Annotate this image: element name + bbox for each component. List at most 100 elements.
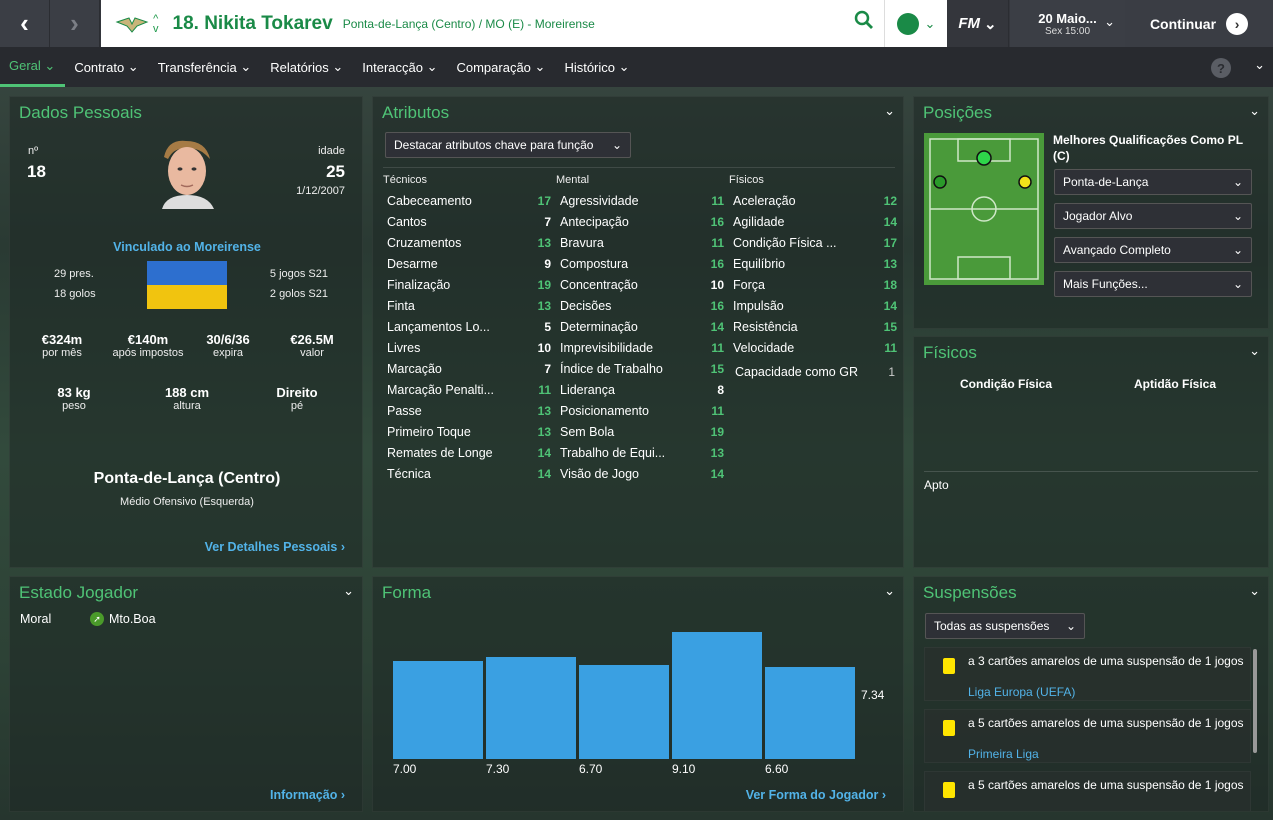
u21-goals: 2 golos S21 xyxy=(269,288,328,300)
attr-value: 18 xyxy=(883,277,897,292)
chevron-down-icon: ⌄ xyxy=(1104,14,1115,29)
chevron-down-icon[interactable]: ⌄ xyxy=(884,103,895,119)
attr-value: 17 xyxy=(537,193,551,208)
expiry-value: 30/6/36 xyxy=(206,332,250,347)
wage-value: €324m xyxy=(41,332,83,347)
attribute-row: Compostura 16 xyxy=(560,253,724,274)
forward-icon[interactable]: › xyxy=(50,0,100,47)
chevron-down-icon[interactable]: ⌄ xyxy=(1249,103,1260,119)
role-dropdown[interactable]: Avançado Completo ⌄ xyxy=(1054,237,1252,263)
attr-label: Finalização xyxy=(387,277,451,292)
attribute-row: Cantos 7 xyxy=(387,211,551,232)
attr-label: Antecipação xyxy=(560,214,629,229)
form-rating-label: 6.60 xyxy=(765,762,789,776)
panel-title: Suspensões xyxy=(923,583,1017,602)
pitch-diagram xyxy=(924,133,1044,285)
attribute-row: Cruzamentos 13 xyxy=(387,232,551,253)
form-bar[interactable] xyxy=(486,657,576,759)
attr-label: Desarme xyxy=(387,256,438,271)
chevron-down-icon[interactable]: ⌄ xyxy=(1249,343,1260,359)
role-dropdown[interactable]: Ponta-de-Lança ⌄ xyxy=(1054,169,1252,195)
attribute-row: Remates de Longe 14 xyxy=(387,442,551,463)
highlight-dropdown[interactable]: Destacar atributos chave para função ⌄ xyxy=(385,132,631,158)
panel-title: Dados Pessoais xyxy=(19,103,142,122)
attr-label: Compostura xyxy=(560,256,629,271)
personal-details-link[interactable]: Ver Detalhes Pessoais › xyxy=(205,540,345,554)
attr-label: Visão de Jogo xyxy=(560,466,639,481)
form-bar[interactable] xyxy=(393,661,483,759)
tab-relatorios[interactable]: Relatórios ⌄ xyxy=(261,47,353,87)
yellow-card-icon xyxy=(943,658,955,674)
attribute-row: Aceleração 12 xyxy=(733,190,897,211)
tab-geral[interactable]: Geral ⌄ xyxy=(0,47,66,87)
tab-interaccao[interactable]: Interacção ⌄ xyxy=(353,47,447,87)
tab-label: Interacção xyxy=(362,59,423,75)
search-icon[interactable] xyxy=(854,10,874,36)
squad-number: 18 xyxy=(27,162,46,181)
player-subtitle[interactable]: Ponta-de-Lança (Centro) / MO (E) - Morei… xyxy=(343,17,595,31)
chevron-down-icon[interactable]: ⌄ xyxy=(1249,583,1260,599)
attr-value: 13 xyxy=(537,235,551,250)
attr-value: 5 xyxy=(544,319,551,334)
fitness-header: Aptidão Física xyxy=(1134,377,1217,391)
attribute-row: Finta 13 xyxy=(387,295,551,316)
form-bar[interactable] xyxy=(672,631,762,759)
role-dropdown[interactable]: Jogador Alvo ⌄ xyxy=(1054,203,1252,229)
yellow-card-icon xyxy=(943,782,955,798)
club-crest-icon xyxy=(115,14,149,34)
sub-navigation: Geral ⌄ Contrato ⌄ Transferência ⌄ Relat… xyxy=(0,47,1273,87)
weight-block: 83 kg peso xyxy=(30,385,118,412)
form-bar[interactable] xyxy=(579,665,669,759)
attribute-row: Técnica 14 xyxy=(387,463,551,484)
attribute-row: Índice de Trabalho 15 xyxy=(560,358,724,379)
attribute-row: Lançamentos Lo... 5 xyxy=(387,316,551,337)
height-label: altura xyxy=(173,400,201,412)
chevron-down-icon: ⌄ xyxy=(1232,277,1243,291)
tab-label: Geral xyxy=(9,58,41,73)
info-link[interactable]: Informação › xyxy=(270,788,345,802)
value-block: €26.5M valor xyxy=(270,332,354,359)
player-form-link[interactable]: Ver Forma do Jogador › xyxy=(746,788,886,802)
chevron-down-icon: ⌄ xyxy=(611,138,622,152)
dropdown-label: Ponta-de-Lança xyxy=(1063,175,1149,189)
tab-contrato[interactable]: Contrato ⌄ xyxy=(65,47,148,87)
suspensions-filter-dropdown[interactable]: Todas as suspensões ⌄ xyxy=(925,613,1085,639)
attr-label: Marcação xyxy=(387,361,442,376)
globe-icon xyxy=(896,12,919,35)
suspension-item: a 5 cartões amarelos de uma suspensão de… xyxy=(924,709,1251,763)
date-button[interactable]: 20 Maio... Sex 15:00 ⌄ xyxy=(1010,0,1125,47)
competition-link[interactable]: Primeira Liga xyxy=(968,747,1039,761)
tab-label: Contrato xyxy=(74,59,125,75)
number-label: nº xyxy=(28,145,39,157)
back-icon[interactable]: ‹ xyxy=(0,0,50,47)
player-switch-icon[interactable]: ^ v xyxy=(153,13,159,34)
form-bar[interactable] xyxy=(765,666,855,759)
club-link[interactable]: Vinculado ao Moreirense xyxy=(10,240,364,254)
panel-title: Físicos xyxy=(923,343,977,362)
tab-transferencia[interactable]: Transferência ⌄ xyxy=(149,47,262,87)
continue-button[interactable]: Continuar › xyxy=(1125,0,1273,47)
foot-label: pé xyxy=(290,400,304,412)
help-icon[interactable]: ? xyxy=(1211,58,1231,78)
form-rating-label: 6.70 xyxy=(579,762,603,776)
attribute-row: Agressividade 11 xyxy=(560,190,724,211)
contract-expiry-block: 30/6/36 expira xyxy=(186,332,270,359)
scrollbar[interactable] xyxy=(1253,649,1257,753)
tab-comparacao[interactable]: Comparação ⌄ xyxy=(447,47,555,87)
player-title: 18. Nikita Tokarev xyxy=(172,12,333,34)
fm-menu-button[interactable]: FM ⌄ xyxy=(947,0,1009,47)
attribute-row: Velocidade 11 xyxy=(733,337,897,358)
chevron-down-icon[interactable]: ⌄ xyxy=(343,583,354,599)
more-roles-dropdown[interactable]: Mais Funções... ⌄ xyxy=(1054,271,1252,297)
tab-historico[interactable]: Histórico ⌄ xyxy=(555,47,639,87)
chevron-down-icon[interactable]: ⌄ xyxy=(1254,57,1265,73)
attr-value: 11 xyxy=(711,340,724,355)
world-menu-button[interactable]: ⌄ xyxy=(884,0,947,47)
divider xyxy=(383,167,895,168)
attribute-row: Posicionamento 11 xyxy=(560,400,724,421)
suspension-item: a 5 cartões amarelos de uma suspensão de… xyxy=(924,771,1251,811)
appearances: 29 pres. xyxy=(54,268,94,280)
attr-value: 11 xyxy=(884,340,897,355)
morale-arrow-icon: ➚ xyxy=(90,612,104,626)
competition-link[interactable]: Liga Europa (UEFA) xyxy=(968,685,1075,699)
